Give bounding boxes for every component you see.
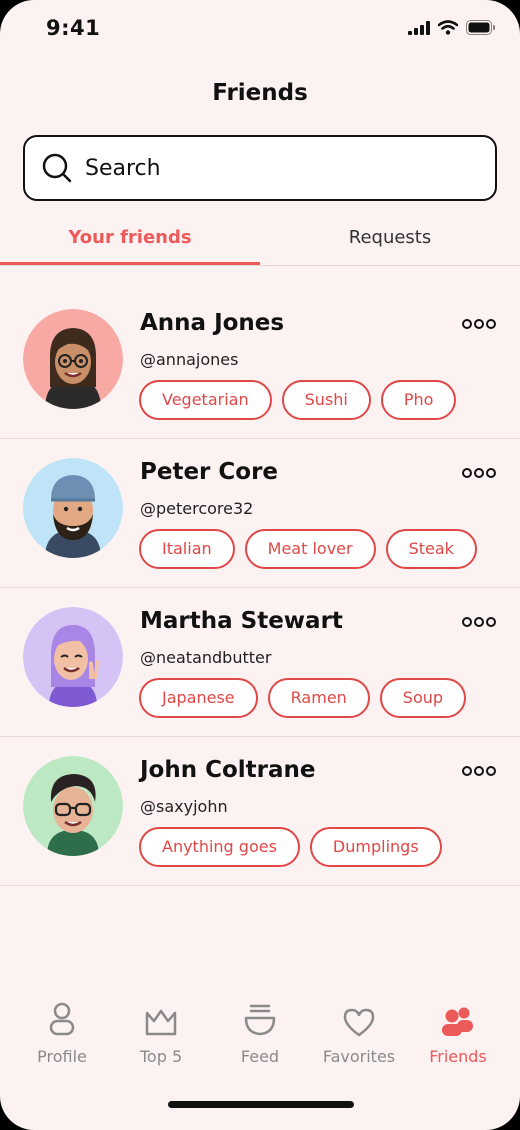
food-tag[interactable]: Steak (385, 529, 477, 569)
more-options-button[interactable] (462, 766, 496, 776)
home-indicator[interactable] (168, 1101, 354, 1108)
bottom-nav: Profile Top 5 Feed Favorites Friends (0, 995, 520, 1075)
friend-row[interactable]: Peter Core @petercore32 Italian Meat lov… (0, 439, 520, 588)
friend-row[interactable]: John Coltrane @saxyjohn Anything goes Du… (0, 737, 520, 886)
tab-bar: Your friends Requests (0, 215, 520, 266)
nav-label: Feed (240, 1047, 280, 1066)
food-tag[interactable]: Italian (139, 529, 235, 569)
friend-name: Anna Jones (140, 310, 285, 336)
food-tags: Italian Meat lover Steak (139, 529, 477, 569)
friend-handle: @saxyjohn (140, 797, 228, 816)
friend-handle: @neatandbutter (140, 648, 272, 667)
nav-item-top5[interactable]: Top 5 (111, 995, 211, 1066)
status-bar: 9:41 (0, 0, 520, 60)
food-tags: Japanese Ramen Soup (139, 678, 467, 718)
friend-name: Peter Core (140, 459, 279, 485)
page-title: Friends (212, 80, 308, 106)
avatar[interactable] (23, 756, 123, 856)
bowl-icon (210, 995, 310, 1037)
phone-screen: 9:41 Friends Search Your friends Request… (0, 0, 520, 1130)
nav-item-feed[interactable]: Feed (210, 995, 310, 1066)
more-options-button[interactable] (462, 617, 496, 627)
nav-label: Favorites (322, 1047, 396, 1066)
nav-item-favorites[interactable]: Favorites (309, 995, 409, 1066)
food-tag[interactable]: Vegetarian (139, 380, 272, 420)
signal-icon (408, 20, 430, 35)
search-input[interactable] (85, 155, 465, 181)
food-tag[interactable]: Pho (380, 380, 457, 420)
avatar[interactable] (23, 458, 123, 558)
status-time: 9:41 (46, 16, 101, 40)
friend-handle: @annajones (140, 350, 239, 369)
food-tag[interactable]: Japanese (139, 678, 258, 718)
tab-your-friends[interactable]: Your friends (0, 215, 260, 265)
friend-name: Martha Stewart (140, 608, 343, 634)
tab-requests[interactable]: Requests (260, 215, 520, 265)
food-tag[interactable]: Anything goes (139, 827, 300, 867)
battery-icon (466, 20, 495, 35)
search-bar[interactable] (23, 135, 497, 201)
search-icon (41, 152, 73, 184)
food-tags: Vegetarian Sushi Pho (139, 380, 457, 420)
nav-item-profile[interactable]: Profile (12, 995, 112, 1066)
nav-label: Friends (429, 1047, 487, 1066)
food-tag[interactable]: Sushi (281, 380, 371, 420)
crown-icon (111, 995, 211, 1037)
heart-icon (309, 995, 409, 1037)
food-tags: Anything goes Dumplings (139, 827, 442, 867)
food-tag[interactable]: Dumplings (309, 827, 442, 867)
avatar[interactable] (23, 309, 123, 409)
wifi-icon (438, 20, 458, 35)
nav-label: Profile (37, 1047, 87, 1066)
more-options-button[interactable] (462, 468, 496, 478)
friends-icon (408, 995, 508, 1037)
nav-item-friends[interactable]: Friends (408, 995, 508, 1066)
friend-row[interactable]: Anna Jones @annajones Vegetarian Sushi P… (0, 290, 520, 439)
more-options-button[interactable] (462, 319, 496, 329)
friend-handle: @petercore32 (140, 499, 254, 518)
friend-row[interactable]: Martha Stewart @neatandbutter Japanese R… (0, 588, 520, 737)
friend-name: John Coltrane (140, 757, 316, 783)
avatar[interactable] (23, 607, 123, 707)
status-icons (408, 20, 496, 35)
profile-icon (12, 995, 112, 1037)
nav-label: Top 5 (139, 1047, 183, 1066)
food-tag[interactable]: Soup (379, 678, 467, 718)
food-tag[interactable]: Ramen (267, 678, 370, 718)
friends-list: Anna Jones @annajones Vegetarian Sushi P… (0, 290, 520, 886)
food-tag[interactable]: Meat lover (244, 529, 376, 569)
